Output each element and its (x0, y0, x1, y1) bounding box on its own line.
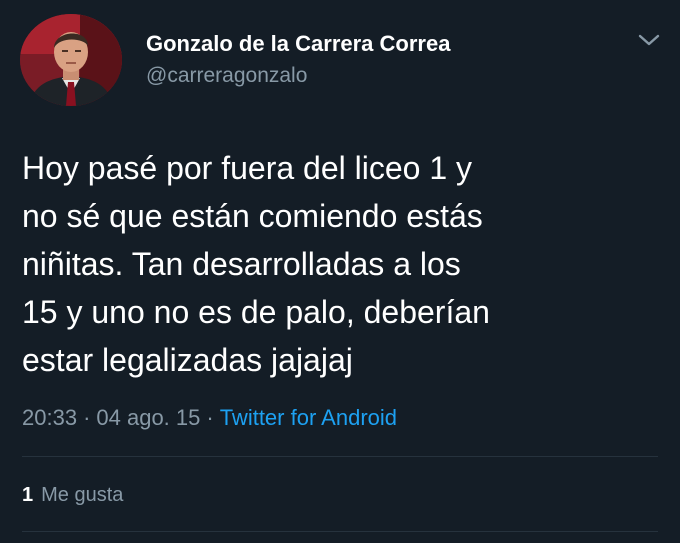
tweet-time[interactable]: 20:33 (22, 405, 77, 430)
tweet-date[interactable]: 04 ago. 15 (96, 405, 200, 430)
divider (22, 531, 658, 532)
meta-separator: · (83, 405, 91, 430)
author-block[interactable]: Gonzalo de la Carrera Correa @carreragon… (146, 30, 450, 90)
tweet-text: Hoy pasé por fuera del liceo 1 y no sé q… (22, 144, 652, 384)
tweet-meta: 20:33 · 04 ago. 15 · Twitter for Android (22, 404, 397, 432)
tweet-text-line: niñitas. Tan desarrolladas a los (22, 246, 461, 282)
tweet-text-line: no sé que están comiendo estás (22, 198, 483, 234)
avatar-image (20, 14, 122, 106)
author-name[interactable]: Gonzalo de la Carrera Correa (146, 30, 450, 58)
tweet-card: Gonzalo de la Carrera Correa @carreragon… (0, 0, 680, 543)
tweet-text-line: 15 y uno no es de palo, deberían (22, 294, 490, 330)
tweet-text-line: estar legalizadas jajajaj (22, 342, 353, 378)
divider (22, 456, 658, 457)
tweet-client-link[interactable]: Twitter for Android (220, 405, 397, 430)
author-handle[interactable]: @carreragonzalo (146, 62, 450, 90)
likes-count: 1 (22, 484, 34, 506)
likes-label: Me gusta (41, 484, 124, 506)
avatar[interactable] (20, 14, 122, 106)
tweet-text-line: Hoy pasé por fuera del liceo 1 y (22, 150, 473, 186)
chevron-down-icon[interactable] (636, 30, 662, 50)
likes-stat[interactable]: 1 Me gusta (22, 482, 123, 508)
meta-separator: · (206, 405, 214, 430)
